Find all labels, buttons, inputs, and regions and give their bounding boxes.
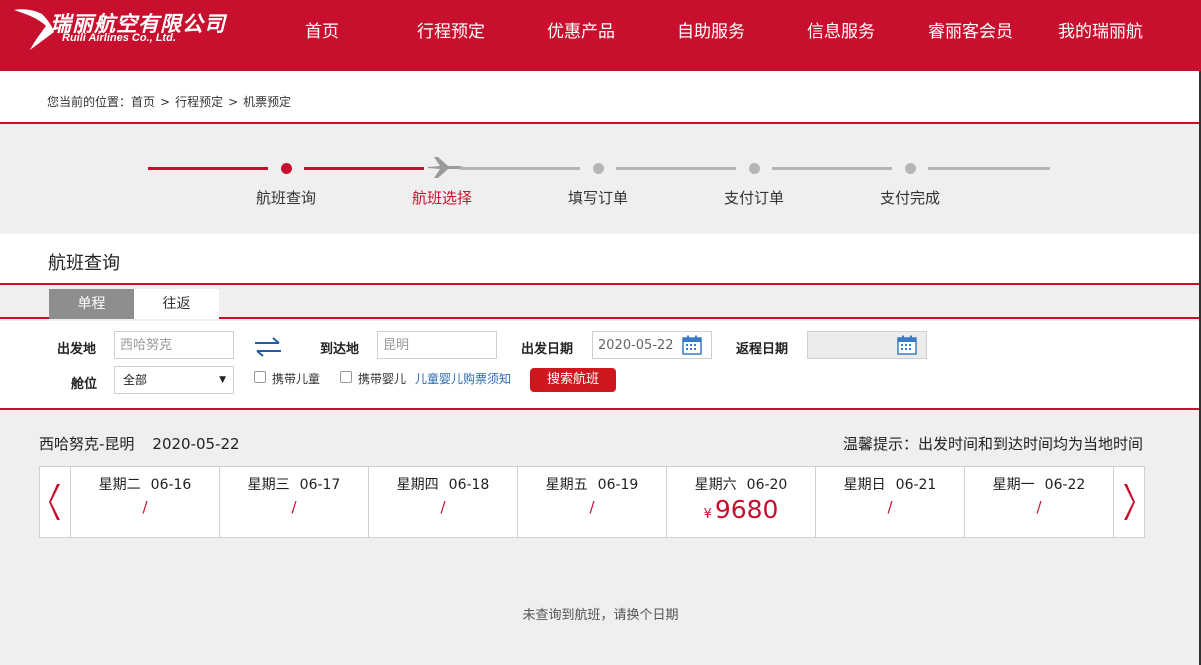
swap-arrows-icon[interactable] [252,336,284,358]
progress-segment [148,167,268,170]
return-date-label: 返程日期 [736,342,789,357]
prev-dates-button[interactable] [40,467,71,537]
nav-my-account[interactable]: 我的瑞丽航 [1058,0,1143,64]
date-cell[interactable]: 星期一 06-22 / [965,467,1114,537]
currency-symbol: ¥ [703,507,712,522]
next-dates-button[interactable] [1113,467,1144,537]
route-date: 2020-05-22 [152,435,240,453]
breadcrumb-home[interactable]: 首页 [131,95,155,109]
no-flights-message: 未查询到航班，请换个日期 [522,608,679,623]
cabin-select[interactable]: 全部 ▼ [114,366,234,394]
date-cell-date: 06-16 [150,477,192,493]
nav-info-service[interactable]: 信息服务 [807,0,875,64]
from-label: 出发地 [57,342,97,357]
step-flight-select: 航班选择 [411,189,473,207]
section-title: 航班查询 [48,253,120,274]
infant-checkbox-label[interactable]: 携带婴儿 [358,370,406,387]
progress-segment [304,167,424,170]
breadcrumb-bar: 您当前的位置：首页 > 行程预定 > 机票预定 [0,71,1201,124]
date-cell[interactable]: 星期四 06-18 / [369,467,518,537]
date-cell-weekday: 星期日 [843,477,886,493]
date-cell-weekday: 星期四 [396,477,439,493]
date-cell-price: / [1036,498,1042,516]
route-summary: 西哈努克-昆明 2020-05-22 [39,433,240,454]
depart-date-label: 出发日期 [521,342,574,357]
price-amount: 9680 [714,495,779,524]
nav-membership[interactable]: 睿丽客会员 [928,0,1013,64]
date-cell-weekday: 星期一 [992,477,1035,493]
breadcrumb: 您当前的位置：首页 > 行程预定 > 机票预定 [47,93,291,110]
step-flight-search: 航班查询 [255,189,317,207]
date-price-strip: 星期二 06-16 / 星期三 06-17 / 星期四 06-18 / 星期五 06-1… [39,466,1145,538]
breadcrumb-prefix: 您当前的位置： [47,95,132,109]
infant-checkbox[interactable] [340,371,352,383]
cabin-label: 舱位 [71,377,98,392]
flight-search-form: 出发地 到达地 出发日期 返程日期 舱位 全部 ▼ 携带儿童 携带婴儿 儿童婴儿… [0,321,1201,410]
date-cell-date: 06-19 [597,477,639,493]
step-payment-complete: 支付完成 [879,189,941,207]
date-cell-date: 06-22 [1044,477,1086,493]
nav-home[interactable]: 首页 [305,0,339,64]
tab-round-trip[interactable]: 往返 [134,289,219,319]
step-dot [905,163,916,174]
dropdown-arrow-icon: ▼ [219,375,226,385]
progress-segment [928,167,1050,170]
booking-progress: 航班查询 航班选择 填写订单 支付订单 支付完成 [0,126,1201,234]
calendar-icon[interactable] [897,335,917,355]
date-cell-date: 06-18 [448,477,490,493]
child-checkbox[interactable] [254,371,266,383]
nav-self-service[interactable]: 自助服务 [677,0,745,64]
breadcrumb-separator: > [228,95,239,109]
date-cell-price: ¥9680 [667,495,815,524]
site-header: 瑞丽航空有限公司 Ruili Airlines Co., Ltd. 首页 行程预… [0,0,1201,71]
date-cell-weekday: 星期五 [545,477,588,493]
trip-type-tabs: 单程 往返 [0,287,1201,319]
date-cell-weekday: 星期六 [694,477,737,493]
date-cell[interactable]: 星期三 06-17 / [220,467,369,537]
to-label: 到达地 [320,342,360,357]
logo-english-name[interactable]: Ruili Airlines Co., Ltd. [62,32,176,44]
to-input[interactable] [377,331,497,359]
date-cell-price: / [589,498,595,516]
date-cell-price: / [887,498,893,516]
local-time-tip: 温馨提示：出发时间和到达时间均为当地时间 [842,435,1143,453]
date-cell-price: / [291,498,297,516]
step-fill-order: 填写订单 [567,189,629,207]
child-checkbox-label[interactable]: 携带儿童 [272,370,320,387]
date-cell-price: / [142,498,148,516]
breadcrumb-booking[interactable]: 行程预定 [175,95,223,109]
date-cell-weekday: 星期三 [247,477,290,493]
step-dot [593,163,604,174]
chevron-left-icon [49,484,60,520]
flight-search-section: 航班查询 [0,234,1201,285]
date-cell[interactable]: 星期二 06-16 / [71,467,220,537]
tab-one-way[interactable]: 单程 [49,289,134,319]
child-infant-ticket-notice-link[interactable]: 儿童婴儿购票须知 [415,370,511,387]
date-cell-date: 06-21 [895,477,937,493]
calendar-icon[interactable] [682,335,702,355]
progress-segment [772,167,892,170]
date-cell[interactable]: 星期日 06-21 / [816,467,965,537]
step-dot-done [281,163,292,174]
date-cell-price: / [440,498,446,516]
date-cell-weekday: 星期二 [98,477,141,493]
breadcrumb-current: 机票预定 [243,95,292,109]
chevron-right-icon [1124,484,1135,520]
progress-segment [460,167,580,170]
date-cell[interactable]: 星期五 06-19 / [518,467,667,537]
nav-promotions[interactable]: 优惠产品 [547,0,615,64]
step-dot [749,163,760,174]
date-cell-date: 06-20 [746,477,788,493]
step-pay-order: 支付订单 [723,189,785,207]
route-name: 西哈努克-昆明 [39,435,135,453]
breadcrumb-separator: > [160,95,171,109]
nav-booking[interactable]: 行程预定 [417,0,485,64]
progress-segment [616,167,736,170]
date-cell-with-price[interactable]: 星期六 06-20 ¥9680 [667,467,816,537]
from-input[interactable] [114,331,234,359]
search-flights-button[interactable]: 搜索航班 [530,368,616,392]
date-cell-date: 06-17 [299,477,341,493]
cabin-select-value: 全部 [123,373,148,387]
